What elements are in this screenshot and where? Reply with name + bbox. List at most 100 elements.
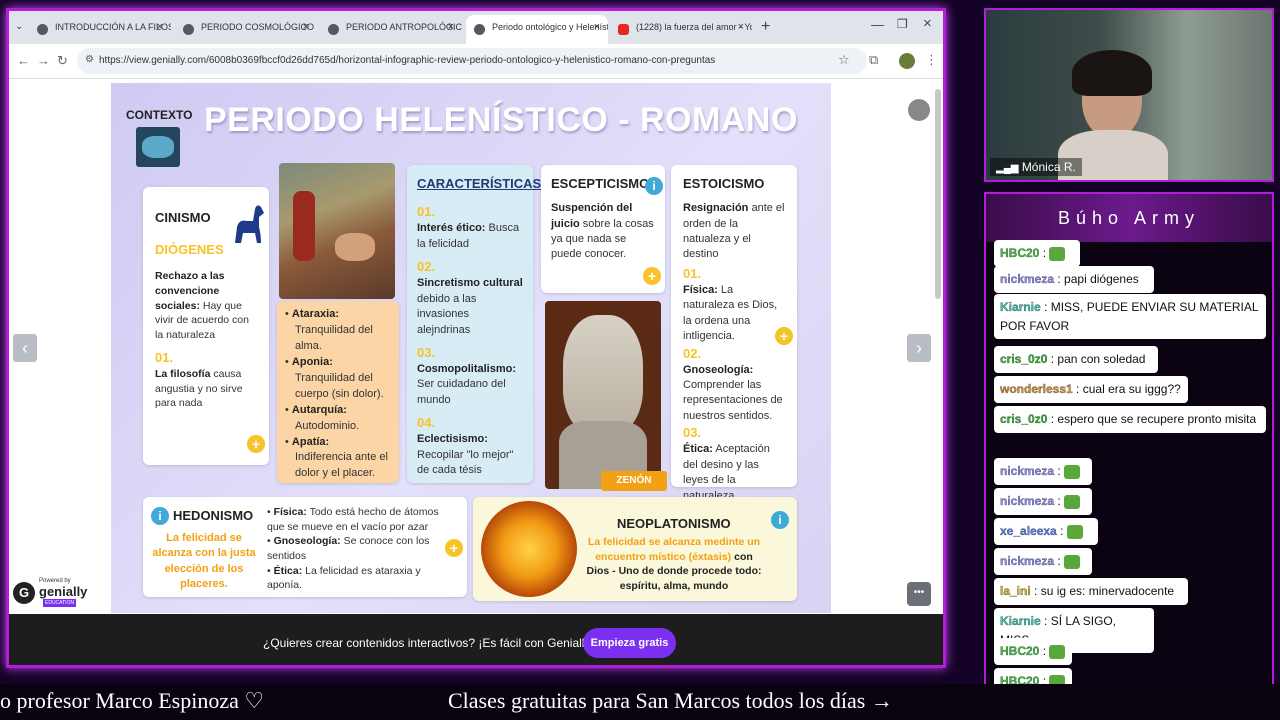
item-bold: Gnoseología:	[273, 535, 341, 548]
close-tab-icon[interactable]: ×	[303, 21, 309, 33]
item-bold: Cosmopolitalismo:	[417, 363, 517, 376]
genially-banner: ¿Quieres crear contenidos interactivos? …	[9, 614, 943, 665]
chat-message: HBC20 :	[994, 638, 1072, 665]
item-bold: Gnoseología:	[683, 363, 754, 376]
extensions-icon[interactable]: ⧉	[869, 52, 878, 68]
diogenes-painting-image[interactable]	[279, 163, 395, 299]
concept-def: Indiferencia ante el dolor y el placer.	[295, 451, 388, 480]
chat-message: xe_aleexa :	[994, 518, 1098, 545]
concept-item: • Autarquía: Autodominio.	[285, 403, 391, 435]
close-tab-icon[interactable]: ×	[594, 21, 600, 33]
chat-separator: :	[1040, 614, 1051, 628]
menu-kebab-icon[interactable]: ⋮	[925, 52, 938, 68]
more-options-button[interactable]: •••	[907, 582, 931, 606]
chat-username[interactable]: cris_0z0	[1000, 412, 1048, 426]
youtube-icon	[618, 24, 629, 35]
tab-search-chevron-icon[interactable]: ⌄	[15, 21, 23, 32]
chat-text: espero que se recupere pronto misita	[1057, 412, 1257, 426]
chat-username[interactable]: nickmeza	[1000, 494, 1054, 508]
chat-username[interactable]: la_ini	[1000, 584, 1031, 598]
hedonismo-card: i HEDONISMO La felicidad se alcanza con …	[143, 497, 467, 597]
emote-icon	[1049, 246, 1066, 261]
world-map-icon[interactable]	[136, 127, 180, 167]
reload-icon[interactable]: ↻	[57, 53, 68, 69]
bookmark-star-icon[interactable]: ☆	[838, 52, 850, 68]
signal-bars-icon: ▂▄▆	[996, 163, 1019, 174]
chat-separator: :	[1056, 524, 1067, 538]
url-input[interactable]: ⚙ https://view.genially.com/6008b0369fbc…	[77, 48, 867, 74]
chat-message: nickmeza :	[994, 488, 1092, 515]
genially-logo[interactable]: G Powered by genially EDUCATION	[13, 578, 93, 610]
zenon-label: ZENÓN	[601, 471, 667, 491]
cinismo-p-bold: La filosofía	[155, 368, 211, 380]
chat-username[interactable]: nickmeza	[1000, 272, 1054, 286]
stoic-concepts-card: • Ataraxia: Tranquilidad del alma. • Apon…	[277, 301, 399, 483]
chat-username[interactable]: nickmeza	[1000, 464, 1054, 478]
item-num: 03.	[417, 344, 436, 360]
cinismo-card: CINISMO DIÓGENES Rechazo a las convencio…	[143, 187, 269, 465]
close-tab-icon[interactable]: ×	[738, 21, 744, 33]
chat-username[interactable]: nickmeza	[1000, 554, 1054, 568]
profile-avatar[interactable]	[899, 53, 915, 69]
chat-username[interactable]: xe_aleexa	[1000, 524, 1057, 538]
close-tab-icon[interactable]: ×	[448, 21, 454, 33]
webcam-feed: ▂▄▆ Mónica R.	[984, 8, 1274, 182]
chat-message: wonderless1 : cual era su iggg??	[994, 376, 1188, 403]
window-close-icon[interactable]: ×	[923, 15, 932, 32]
chat-panel: Búho Army HBC20 : nickmeza : papi diógen…	[984, 192, 1274, 700]
tab-introduccion[interactable]: INTRODUCCIÓN A LA FILOSOFÍ×	[29, 15, 171, 44]
chat-separator: :	[1040, 300, 1051, 314]
info-button[interactable]: i	[151, 507, 169, 525]
forward-arrow-icon[interactable]: →	[37, 53, 50, 68]
estoicismo-bold: Resignación	[683, 202, 749, 215]
gesture-hand-icon[interactable]	[908, 99, 930, 121]
chat-username[interactable]: Kiarnie	[1000, 300, 1041, 314]
chat-username[interactable]: HBC20	[1000, 246, 1040, 260]
maximize-icon[interactable]: ❐	[897, 17, 908, 31]
tab-ontologico-active[interactable]: Periodo ontológico y Helenístic ×	[466, 15, 608, 44]
item-num: 01.	[683, 265, 702, 281]
zenon-bust-image[interactable]	[545, 301, 661, 489]
chat-text: pan con soledad	[1057, 352, 1146, 366]
sun-image[interactable]	[481, 501, 577, 597]
chat-separator: :	[1039, 644, 1050, 658]
plus-button[interactable]: +	[247, 435, 265, 453]
item-bold: Física:	[683, 283, 718, 296]
info-button[interactable]: i	[771, 511, 789, 529]
chat-message: nickmeza :	[994, 548, 1092, 575]
info-button[interactable]: i	[645, 177, 663, 195]
prev-slide-button[interactable]: ‹	[13, 334, 37, 362]
scrollbar-thumb[interactable]	[935, 89, 941, 299]
back-arrow-icon[interactable]: ←	[17, 53, 30, 68]
plus-button[interactable]: +	[643, 267, 661, 285]
tab-youtube[interactable]: (1228) la fuerza del amor - You ×	[610, 15, 752, 44]
infographic-slide: CONTEXTO PERIODO HELENÍSTICO - ROMANO CI…	[111, 83, 930, 613]
next-slide-button[interactable]: ›	[907, 334, 931, 362]
close-tab-icon[interactable]: ×	[157, 21, 163, 33]
new-tab-button[interactable]: +	[761, 18, 770, 36]
plus-button[interactable]: +	[445, 539, 463, 557]
concept-def: Tranquilidad del cuerpo (sin dolor).	[295, 371, 384, 400]
concept-item: • Apatía: Indiferencia ante el dolor y el…	[285, 435, 391, 483]
chat-message: nickmeza :	[994, 458, 1092, 485]
minimize-icon[interactable]: —	[871, 17, 884, 32]
tab-bar: ⌄ INTRODUCCIÓN A LA FILOSOFÍ× PERIODO CO…	[9, 11, 943, 44]
hedonismo-item: • Ética: La felicidad es ataraxia y apon…	[267, 564, 421, 592]
edu-badge: EDUCATION	[43, 599, 77, 607]
contexto-label: CONTEXTO	[126, 108, 193, 122]
chat-separator: :	[1054, 554, 1065, 568]
site-info-icon[interactable]: ⚙	[85, 54, 94, 65]
tab-antropologico[interactable]: PERIODO ANTROPOLÓGICO | G×	[320, 15, 462, 44]
plus-button[interactable]: +	[775, 327, 793, 345]
start-free-button[interactable]: Empieza gratis	[583, 628, 676, 658]
hedonismo-item: • Física: Todo está hecho de átomos que …	[267, 506, 439, 533]
chat-username[interactable]: HBC20	[1000, 644, 1040, 658]
tab-cosmologico[interactable]: PERIODO COSMOLÓGICO | Gen×	[175, 15, 317, 44]
concept-term: Ataraxia:	[291, 308, 339, 320]
chat-username[interactable]: cris_0z0	[1000, 352, 1048, 366]
chat-separator: :	[1072, 382, 1083, 396]
tab-label: INTRODUCCIÓN A LA FILOSOFÍ	[55, 22, 171, 32]
chat-username[interactable]: Kiarnie	[1000, 614, 1041, 628]
concept-item: • Aponia: Tranquilidad del cuerpo (sin do…	[285, 355, 391, 403]
chat-username[interactable]: wonderless1	[1000, 382, 1073, 396]
